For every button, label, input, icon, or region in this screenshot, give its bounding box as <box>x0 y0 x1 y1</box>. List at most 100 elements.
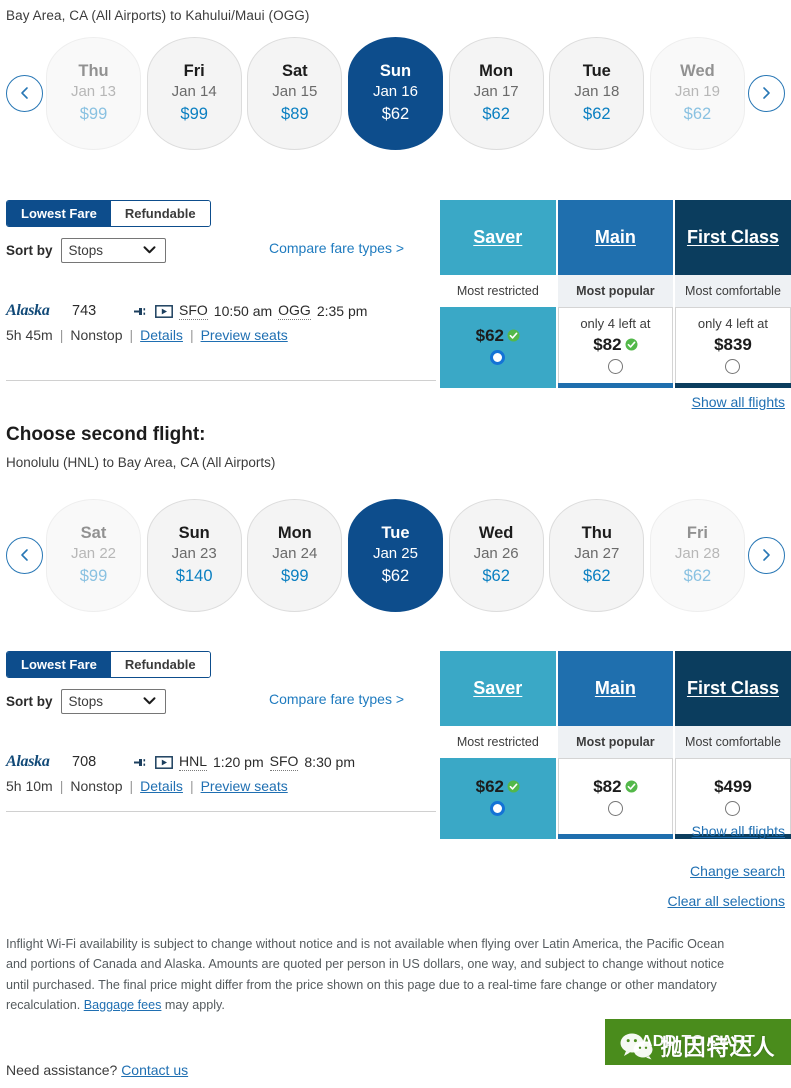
need-assistance: Need assistance? Contact us <box>6 1062 188 1078</box>
outbound-date-pill-5[interactable]: Tue Jan 18 $62 <box>549 36 645 150</box>
inbound-date-pill-6[interactable]: Fri Jan 28 $62 <box>649 498 745 612</box>
fare-price-text: $499 <box>714 776 752 796</box>
inbound-sort-value: Stops <box>68 694 104 709</box>
outbound-date-pill-3[interactable]: Sun Jan 16 $62 <box>347 36 443 150</box>
inbound-fare-tagline-0: Most restricted <box>440 726 556 758</box>
outbound-fare-cell-0[interactable]: $62 <box>440 307 556 383</box>
outbound-sort-select[interactable]: Stops <box>60 238 166 263</box>
inbound-fare-cell-1[interactable]: $82 <box>557 758 674 834</box>
outbound-sort-value: Stops <box>68 243 104 258</box>
date-day-of-month: Jan 18 <box>574 83 620 101</box>
fare-availability: only 4 left at <box>580 315 651 331</box>
discount-check-icon <box>507 329 520 342</box>
date-day-of-month: Jan 22 <box>70 545 117 563</box>
outbound-fare-radio-0[interactable] <box>490 350 506 366</box>
inbound-sort-select[interactable]: Stops <box>60 689 166 714</box>
outbound-fare-radio-1[interactable] <box>607 359 623 375</box>
outbound-origin-code: SFO <box>179 302 208 320</box>
outbound-fare-toggle: Lowest Fare Refundable <box>6 200 211 227</box>
inbound-date-pill-4[interactable]: Wed Jan 26 $62 <box>448 498 544 612</box>
outbound-tab-lowest-fare[interactable]: Lowest Fare <box>7 201 111 226</box>
outbound-divider <box>6 380 436 381</box>
inbound-date-pill-0[interactable]: Sat Jan 22 $99 <box>46 498 141 612</box>
outbound-tab-refundable[interactable]: Refundable <box>110 201 210 226</box>
date-price: $99 <box>180 104 208 123</box>
outbound-fare-header-0[interactable]: Saver <box>440 200 556 275</box>
add-to-cart-button[interactable]: ADD TO CART <box>605 1019 791 1065</box>
alaska-logo: Alaska <box>6 753 50 770</box>
discount-check-icon <box>625 338 638 351</box>
outbound-show-all-flights-link[interactable]: Show all flights <box>692 394 785 410</box>
outbound-fare-cell-1[interactable]: only 4 left at $82 <box>557 307 674 383</box>
inbound-details-link[interactable]: Details <box>140 778 183 794</box>
fare-amount: $82 <box>593 777 638 797</box>
outbound-date-pill-4[interactable]: Mon Jan 17 $62 <box>448 36 544 150</box>
fare-amount: $82 <box>593 335 638 355</box>
separator: | <box>189 327 194 343</box>
outbound-date-pill-1[interactable]: Fri Jan 14 $99 <box>146 36 242 150</box>
fare-amount: $839 <box>714 335 752 355</box>
outbound-fare-cell-2[interactable]: only 4 left at $839 <box>675 307 791 383</box>
date-price: $62 <box>381 104 410 123</box>
date-day-of-week: Mon <box>479 62 514 81</box>
outbound-compare-fare-types-link[interactable]: Compare fare types > <box>269 240 404 256</box>
outbound-prev-dates-button[interactable] <box>6 74 43 112</box>
inbound-depart-time: 1:20 pm <box>213 754 264 770</box>
inbound-fare-header-2[interactable]: First Class <box>675 651 791 726</box>
inbound-fare-tagline-2: Most comfortable <box>675 726 791 758</box>
chevron-right-icon <box>763 549 770 561</box>
outbound-fare-module: Lowest Fare Refundable Sort by Stops Com… <box>0 200 791 410</box>
date-day-of-week: Fri <box>686 524 708 543</box>
date-day-of-week: Mon <box>277 524 312 543</box>
date-price: $99 <box>79 566 108 585</box>
inbound-preview-seats-link[interactable]: Preview seats <box>201 778 288 794</box>
outbound-flight-row: Alaska 743 SFO 10:50 am OGG 2:35 pm 5h 4… <box>6 302 436 343</box>
inbound-fare-radio-0[interactable] <box>490 801 506 817</box>
outbound-fare-column-2: First Class Most comfortable only 4 left a… <box>675 200 791 388</box>
inbound-fare-header-1[interactable]: Main <box>557 651 674 726</box>
clear-all-selections-link[interactable]: Clear all selections <box>668 893 786 909</box>
inbound-fare-cell-0[interactable]: $62 <box>440 758 556 834</box>
fare-name: First Class <box>686 678 779 698</box>
inbound-show-all-flights-link[interactable]: Show all flights <box>692 823 785 839</box>
outbound-date-pill-2[interactable]: Sat Jan 15 $89 <box>247 36 343 150</box>
inbound-date-pill-2[interactable]: Mon Jan 24 $99 <box>247 498 343 612</box>
inbound-fare-radio-1[interactable] <box>607 801 623 817</box>
date-day-of-month: Jan 16 <box>372 83 418 101</box>
chevron-left-icon <box>21 549 28 561</box>
inbound-tab-lowest-fare[interactable]: Lowest Fare <box>7 652 111 677</box>
inbound-fare-column-1: Main Most popular $82 <box>557 651 674 839</box>
outbound-fare-header-2[interactable]: First Class <box>675 200 791 275</box>
outbound-preview-seats-link[interactable]: Preview seats <box>201 327 288 343</box>
inbound-fare-header-0[interactable]: Saver <box>440 651 556 726</box>
fare-name: Saver <box>473 678 523 698</box>
inbound-flight-number: 708 <box>72 754 97 770</box>
inbound-fare-radio-2[interactable] <box>725 801 741 817</box>
outbound-destination-code: OGG <box>278 302 311 320</box>
contact-us-link[interactable]: Contact us <box>121 1062 188 1078</box>
outbound-fare-radio-2[interactable] <box>725 359 741 375</box>
inbound-compare-fare-types-link[interactable]: Compare fare types > <box>269 691 404 707</box>
entertainment-screen-icon <box>155 304 173 318</box>
inbound-fare-column-2: First Class Most comfortable $499 <box>675 651 791 839</box>
outbound-fare-tagline-0: Most restricted <box>440 275 556 307</box>
inbound-tab-refundable[interactable]: Refundable <box>110 652 210 677</box>
date-day-of-week: Fri <box>183 62 205 81</box>
change-search-link[interactable]: Change search <box>690 863 785 879</box>
inbound-next-dates-button[interactable] <box>748 536 785 574</box>
inbound-prev-dates-button[interactable] <box>6 536 43 574</box>
baggage-fees-link[interactable]: Baggage fees <box>84 998 162 1012</box>
chevron-down-icon <box>143 242 156 257</box>
inbound-fare-column-0: Saver Most restricted $62 <box>440 651 556 839</box>
outbound-next-dates-button[interactable] <box>748 74 785 112</box>
outbound-fare-header-1[interactable]: Main <box>557 200 674 275</box>
inbound-date-pill-1[interactable]: Sun Jan 23 $140 <box>146 498 242 612</box>
fare-price-text: $839 <box>714 334 752 354</box>
inbound-date-pill-3[interactable]: Tue Jan 25 $62 <box>347 498 443 612</box>
outbound-date-pill-6[interactable]: Wed Jan 19 $62 <box>649 36 745 150</box>
outbound-details-link[interactable]: Details <box>140 327 183 343</box>
date-day-of-week: Thu <box>78 62 109 81</box>
inbound-date-pill-5[interactable]: Thu Jan 27 $62 <box>549 498 645 612</box>
inbound-arrive-time: 8:30 pm <box>304 754 355 770</box>
outbound-date-pill-0[interactable]: Thu Jan 13 $99 <box>46 36 141 150</box>
